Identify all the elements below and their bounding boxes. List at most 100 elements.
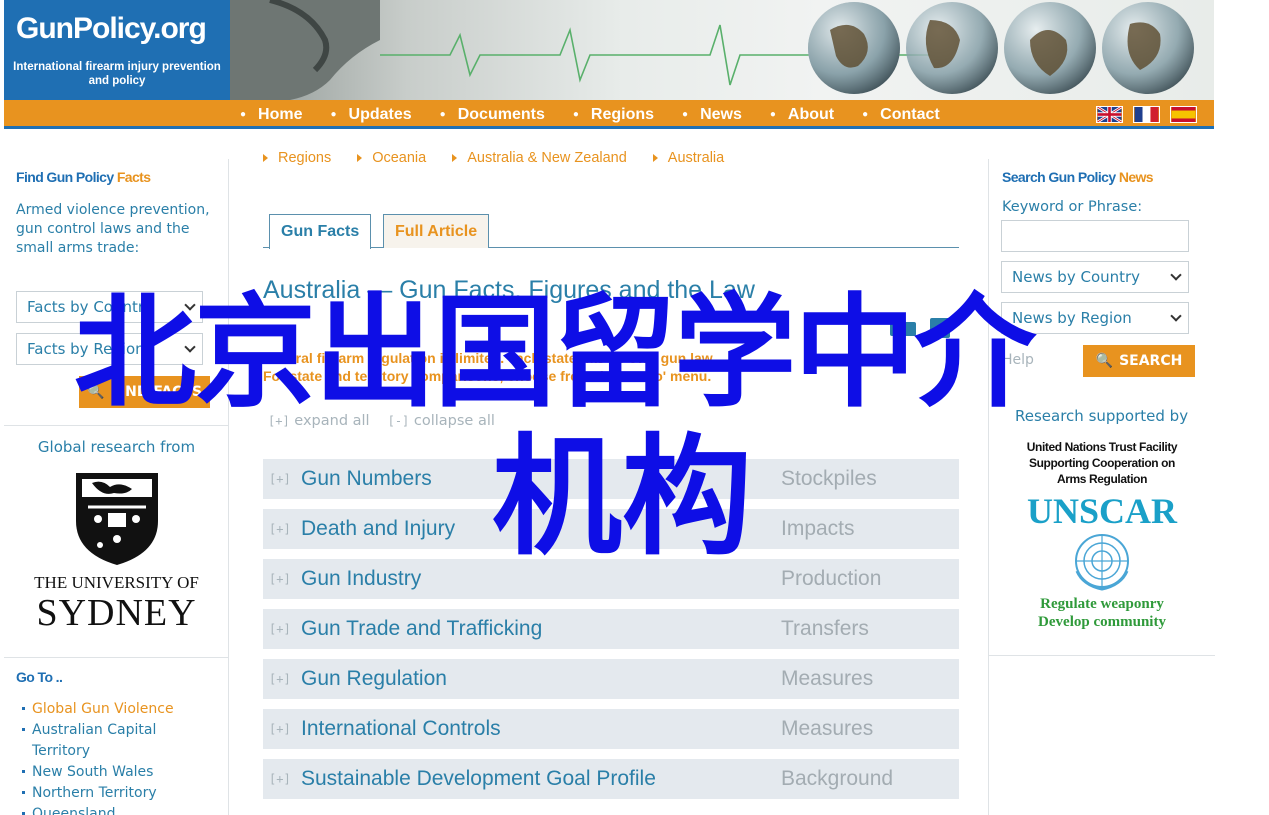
breadcrumb-item[interactable]: Regions [263, 150, 331, 166]
topic-list: [+] Gun Numbers Stockpiles [+] Death and In… [263, 459, 959, 809]
heading-accent: Facts [116, 169, 151, 185]
unscar-logo[interactable]: United Nations Trust Facility Supporting… [999, 439, 1205, 631]
facts-by-region-select[interactable]: Facts by Region [16, 333, 203, 365]
nav-contact[interactable]: ● Contact [862, 106, 940, 124]
expand-icon: [+] [269, 772, 291, 786]
nav-label: About [787, 105, 835, 123]
facts-by-country-select[interactable]: Facts by Country [16, 291, 203, 323]
tab-full-article[interactable]: Full Article [383, 214, 490, 248]
news-by-country-select[interactable]: News by Country [1001, 261, 1189, 293]
topic-name: Gun Regulation [301, 667, 447, 690]
expand-icon: [+] [269, 672, 291, 686]
university-line1: THE UNIVERSITY OF [34, 573, 199, 592]
breadcrumb-item[interactable]: Australia & New Zealand [452, 150, 627, 166]
unscar-line2: Supporting Cooperation on [1029, 456, 1175, 470]
uk-flag-icon[interactable] [1096, 106, 1123, 123]
divider [4, 657, 229, 658]
nav-label: Home [258, 105, 303, 123]
goto-item[interactable]: New South Wales [22, 762, 202, 783]
unscar-motto: Regulate weaponry Develop community [999, 595, 1205, 631]
topic-tag: Stockpiles [781, 467, 877, 490]
header-banner [230, 0, 1214, 100]
crumb-label: Regions [278, 150, 332, 166]
nav-label: Contact [880, 105, 940, 123]
topic-row[interactable]: [+] Death and Injury Impacts [263, 509, 959, 549]
topic-row[interactable]: [+] International Controls Measures [263, 709, 959, 749]
university-line2: SYDNEY [36, 592, 197, 634]
topic-row[interactable]: [+] Gun Trade and Trafficking Transfers [263, 609, 959, 649]
topic-row[interactable]: [+] Gun Regulation Measures [263, 659, 959, 699]
logo-title: GunPolicy.org [16, 12, 207, 45]
tab-bar: Gun Facts Full Article [263, 214, 959, 249]
topic-tag: Background [781, 767, 894, 790]
un-emblem-icon [1075, 534, 1129, 591]
crumb-label: Oceania [372, 150, 427, 166]
nav-documents[interactable]: ● Documents [440, 106, 545, 124]
search-icon: 🔍 [86, 384, 105, 400]
university-of-sydney-logo[interactable]: THE UNIVERSITY OF SYDNEY [24, 461, 209, 641]
nav-updates[interactable]: ● Updates [331, 106, 412, 124]
expand-icon: [+] [269, 572, 291, 586]
crumb-label: Australia [667, 150, 725, 166]
bullet-icon: ● [572, 109, 579, 120]
topic-row[interactable]: [+] Gun Numbers Stockpiles [263, 459, 959, 499]
bullet-icon: ● [862, 109, 869, 120]
main-content: Regions Oceania Australia & New Zealand … [230, 134, 986, 815]
topic-row[interactable]: [+] Gun Industry Production [263, 559, 959, 599]
expand-icon: [+] [269, 722, 291, 736]
topic-tag: Production [781, 567, 882, 590]
site-logo[interactable]: GunPolicy.org International firearm inju… [4, 0, 230, 100]
research-from-label: Global research from [37, 438, 196, 456]
topic-tag: Impacts [781, 517, 855, 540]
bullet-icon: ● [240, 109, 247, 120]
nav-label: Updates [348, 105, 412, 123]
nav-news[interactable]: ● News [682, 106, 742, 124]
help-link[interactable]: Help [1002, 351, 1034, 370]
unscar-title: UNSCAR [1026, 491, 1177, 531]
unscar-caption: United Nations Trust Facility Supporting… [999, 439, 1205, 487]
expand-icon: [+] [269, 622, 291, 636]
button-label: SEARCH [1119, 353, 1183, 369]
expand-controls: [+] expand all [-] collapse all [268, 413, 495, 429]
right-sidebar: Search Gun Policy News Keyword or Phrase… [988, 159, 1215, 815]
expand-all-button[interactable]: [+] expand all [268, 413, 370, 429]
nav-regions[interactable]: ● Regions [573, 106, 654, 124]
keyword-input[interactable] [1001, 220, 1189, 252]
print-icon[interactable] [930, 318, 950, 338]
expand-icon: [+] [269, 472, 291, 486]
goto-item[interactable]: Northern Territory [22, 783, 202, 804]
crest-icon [76, 473, 158, 565]
facts-description: Armed violence prevention, gun control l… [16, 202, 210, 256]
divider [989, 655, 1215, 656]
topic-row[interactable]: [+] Sustainable Development Goal Profile B… [263, 759, 959, 799]
spain-flag-icon[interactable] [1170, 106, 1197, 123]
intro-line-1: Federal firearm regulation is limited. e… [263, 350, 717, 366]
nav-about[interactable]: ● About [770, 106, 834, 124]
goto-item[interactable]: Queensland [22, 804, 202, 815]
search-news-button[interactable]: 🔍 SEARCH [1083, 345, 1195, 377]
bullet-icon: ● [769, 109, 776, 120]
bullet-icon: ● [330, 109, 337, 120]
select-value: News by Country [1012, 268, 1141, 286]
nav-home[interactable]: ● Home [240, 106, 303, 124]
left-sidebar: Find Gun Policy Facts Armed violence pre… [4, 159, 229, 815]
goto-item[interactable]: Global Gun Violence [22, 699, 202, 720]
heading-main: Find Gun Policy [16, 169, 114, 185]
find-facts-button[interactable]: 🔍 FIND FACTS [79, 376, 210, 408]
tab-gun-facts[interactable]: Gun Facts [269, 214, 372, 249]
breadcrumb: Regions Oceania Australia & New Zealand … [263, 150, 750, 166]
select-value: Facts by Country [27, 298, 153, 316]
france-flag-icon[interactable] [1133, 106, 1160, 123]
expand-icon: [+] [268, 414, 290, 428]
share-icon[interactable] [890, 322, 916, 336]
news-by-region-select[interactable]: News by Region [1001, 302, 1189, 334]
goto-item[interactable]: Australian Capital Territory [22, 720, 202, 762]
nav-label: News [700, 105, 742, 123]
search-icon: 🔍 [1095, 353, 1114, 369]
breadcrumb-item[interactable]: Australia [652, 150, 725, 166]
breadcrumb-item[interactable]: Oceania [357, 150, 426, 166]
unscar-line1: United Nations Trust Facility [1026, 440, 1178, 454]
keyword-label: Keyword or Phrase: [1002, 199, 1143, 215]
collapse-all-button[interactable]: [-] collapse all [388, 413, 495, 429]
arrow-right-icon [452, 154, 458, 162]
